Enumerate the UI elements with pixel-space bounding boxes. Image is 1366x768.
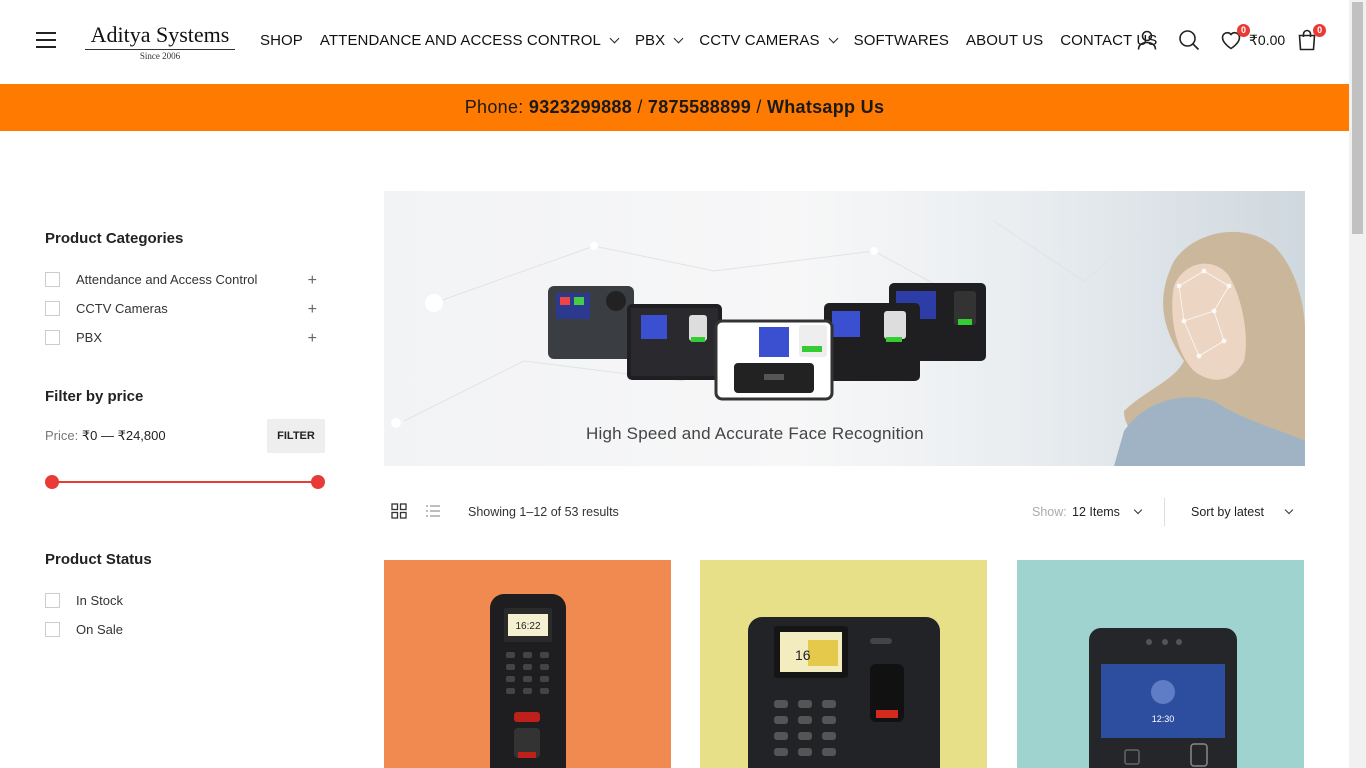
category-label[interactable]: CCTV Cameras xyxy=(76,301,168,316)
main-nav: SHOP ATTENDANCE AND ACCESS CONTROL PBX C… xyxy=(260,32,1174,49)
expand-plus-icon[interactable]: + xyxy=(308,272,317,290)
nav-label: ABOUT US xyxy=(966,32,1044,49)
user-icon[interactable] xyxy=(1135,28,1159,52)
device-3 xyxy=(714,319,834,401)
category-item[interactable]: CCTV Cameras + xyxy=(45,294,325,323)
header-actions: 0 ₹0.00 0 xyxy=(1135,24,1327,52)
phone-separator: / xyxy=(632,97,648,117)
toolbar-divider xyxy=(1164,498,1165,526)
product-image: 16 xyxy=(700,560,987,768)
status-title: Product Status xyxy=(45,551,152,568)
nav-label: SOFTWARES xyxy=(853,32,950,49)
phone-bar: Phone: 9323299888 / 7875588899 / Whatsap… xyxy=(0,84,1349,131)
nav-label: ATTENDANCE AND ACCESS CONTROL xyxy=(319,32,601,49)
expand-plus-icon[interactable]: + xyxy=(308,301,317,319)
status-checkbox[interactable] xyxy=(45,622,60,637)
phone-prefix: Phone: xyxy=(464,97,529,117)
phone-separator: / xyxy=(751,97,767,117)
scrollbar-thumb[interactable] xyxy=(1352,2,1363,234)
cart-total[interactable]: ₹0.00 xyxy=(1249,32,1285,49)
nav-pbx[interactable]: PBX xyxy=(634,32,684,49)
price-filter-title: Filter by price xyxy=(45,388,144,405)
show-label: Show: xyxy=(1032,505,1067,519)
banner-caption: High Speed and Accurate Face Recognition xyxy=(586,424,924,443)
grid-view-icon[interactable] xyxy=(391,503,407,519)
phone-number-2[interactable]: 7875588899 xyxy=(648,97,751,117)
site-logo[interactable]: Aditya Systems Since 2006 xyxy=(85,22,235,61)
price-max-handle[interactable] xyxy=(311,475,325,489)
items-per-page-select[interactable]: 12 Items xyxy=(1072,505,1120,519)
category-checkbox[interactable] xyxy=(45,330,60,345)
product-image: 12:30 xyxy=(1017,560,1304,768)
wishlist-icon[interactable]: 0 xyxy=(1219,24,1250,52)
phone-number-1[interactable]: 9323299888 xyxy=(529,97,632,117)
device-4 xyxy=(824,303,920,381)
device-screen-time: 12:30 xyxy=(1152,714,1175,724)
chevron-down-icon[interactable] xyxy=(1133,505,1143,515)
list-view-icon[interactable] xyxy=(425,503,441,519)
device-screen-time: 16:22 xyxy=(515,621,540,632)
product-card[interactable]: 16:22 xyxy=(384,560,671,768)
menu-icon[interactable] xyxy=(36,32,56,48)
nav-attendance[interactable]: ATTENDANCE AND ACCESS CONTROL xyxy=(319,32,620,49)
status-checkbox[interactable] xyxy=(45,593,60,608)
expand-plus-icon[interactable]: + xyxy=(308,330,317,348)
promo-banner[interactable]: High Speed and Accurate Face Recognition xyxy=(384,191,1305,466)
cart-icon[interactable]: 0 xyxy=(1295,24,1327,52)
category-item[interactable]: Attendance and Access Control + xyxy=(45,265,325,294)
product-image: 16:22 xyxy=(384,560,671,768)
device-1 xyxy=(548,286,634,359)
price-range-value: ₹0 — ₹24,800 xyxy=(81,428,166,443)
status-label[interactable]: On Sale xyxy=(76,622,123,637)
page-scrollbar[interactable] xyxy=(1349,0,1366,768)
price-range-label: Price: ₹0 — ₹24,800 xyxy=(45,428,166,444)
price-row: Price: ₹0 — ₹24,800 FILTER xyxy=(45,419,325,453)
filter-button[interactable]: FILTER xyxy=(267,419,325,453)
cart-count-badge: 0 xyxy=(1313,24,1327,37)
logo-tagline: Since 2006 xyxy=(139,51,181,61)
category-label[interactable]: Attendance and Access Control xyxy=(76,272,257,287)
wishlist-count-badge: 0 xyxy=(1237,24,1250,37)
product-card[interactable]: 12:30 xyxy=(1017,560,1304,768)
nav-label: SHOP xyxy=(260,32,303,49)
status-item[interactable]: On Sale xyxy=(45,615,325,644)
price-slider[interactable] xyxy=(45,475,325,489)
category-label[interactable]: PBX xyxy=(76,330,102,345)
status-item[interactable]: In Stock xyxy=(45,586,325,615)
product-card[interactable]: 16 xyxy=(700,560,987,768)
chevron-down-icon xyxy=(673,33,684,44)
categories-title: Product Categories xyxy=(45,230,184,247)
logo-text: Aditya Systems xyxy=(85,22,235,50)
sort-select[interactable]: Sort by latest xyxy=(1191,505,1264,519)
nav-shop[interactable]: SHOP xyxy=(260,32,303,49)
category-checkbox[interactable] xyxy=(45,301,60,316)
device-2 xyxy=(627,304,722,380)
price-slider-track xyxy=(51,481,319,483)
site-header: Aditya Systems Since 2006 SHOP ATTENDANC… xyxy=(0,0,1349,84)
nav-cctv[interactable]: CCTV CAMERAS xyxy=(699,32,839,49)
shop-toolbar: Showing 1–12 of 53 results Show: 12 Item… xyxy=(384,496,1305,530)
price-min-handle[interactable] xyxy=(45,475,59,489)
chevron-down-icon xyxy=(609,33,620,44)
shop-sidebar: Product Categories Attendance and Access… xyxy=(45,230,325,644)
whatsapp-link[interactable]: Whatsapp Us xyxy=(767,97,884,117)
chevron-down-icon xyxy=(828,33,839,44)
price-prefix: Price: xyxy=(45,428,82,443)
nav-softwares[interactable]: SOFTWARES xyxy=(854,32,949,49)
category-checkbox[interactable] xyxy=(45,272,60,287)
device-screen-time: 16 xyxy=(795,647,811,663)
category-item[interactable]: PBX + xyxy=(45,323,325,352)
search-icon[interactable] xyxy=(1177,28,1201,52)
result-count: Showing 1–12 of 53 results xyxy=(468,505,619,519)
status-label[interactable]: In Stock xyxy=(76,593,123,608)
face-recognition-person xyxy=(1114,231,1305,466)
chevron-down-icon[interactable] xyxy=(1284,505,1294,515)
nav-label: CCTV CAMERAS xyxy=(699,32,820,49)
nav-about[interactable]: ABOUT US xyxy=(966,32,1043,49)
nav-label: PBX xyxy=(634,32,666,49)
